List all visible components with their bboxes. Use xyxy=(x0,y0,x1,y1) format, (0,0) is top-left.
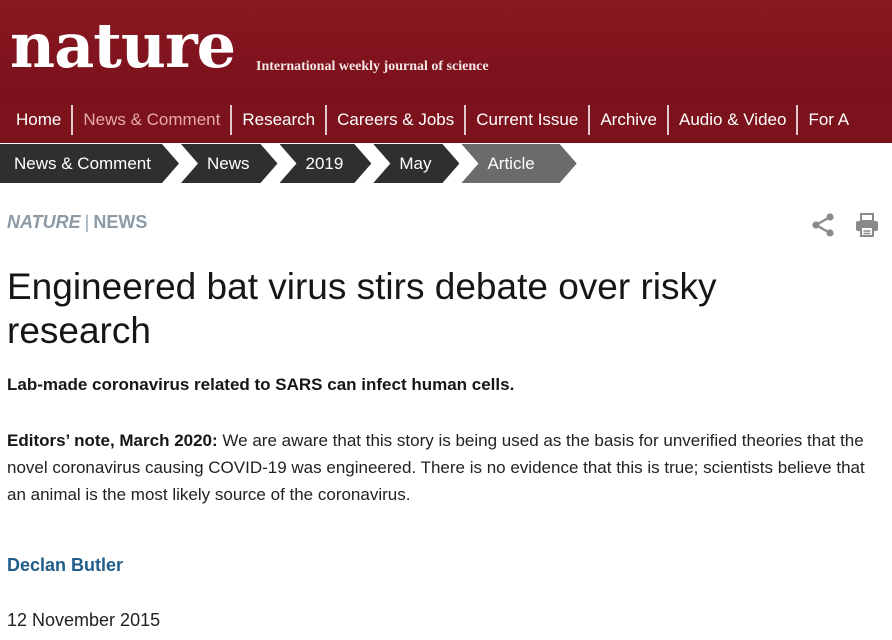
breadcrumb: News & Comment News 2019 May Article xyxy=(0,143,892,184)
editors-note: Editors’ note, March 2020: We are aware … xyxy=(7,427,885,508)
share-icon[interactable] xyxy=(810,212,836,238)
breadcrumb-article: Article xyxy=(461,144,576,183)
editors-note-lead: Editors’ note, March 2020: xyxy=(7,431,218,450)
breadcrumb-label: May xyxy=(399,154,432,173)
nav-item-careers-jobs[interactable]: Careers & Jobs xyxy=(327,105,467,135)
nav-item-archive[interactable]: Archive xyxy=(590,105,670,135)
breadcrumb-news-comment[interactable]: News & Comment xyxy=(0,144,179,183)
tagline: International weekly journal of science xyxy=(256,59,489,74)
breadcrumb-news[interactable]: News xyxy=(181,144,278,183)
nature-logo[interactable]: nature xyxy=(10,6,236,86)
breadcrumb-label: News & Comment xyxy=(14,154,151,173)
breadcrumb-label: Article xyxy=(487,154,535,173)
nav-item-home[interactable]: Home xyxy=(0,105,74,135)
main-nav: Home News & Comment Research Careers & J… xyxy=(0,97,892,143)
nav-item-news-comment[interactable]: News & Comment xyxy=(73,105,233,135)
publish-date: 12 November 2015 xyxy=(7,610,161,630)
nav-item-for-authors[interactable]: For A xyxy=(798,105,859,135)
breadcrumb-may[interactable]: May xyxy=(373,144,459,183)
masthead: nature International weekly journal of s… xyxy=(0,0,892,97)
breadcrumb-2019[interactable]: 2019 xyxy=(280,144,372,183)
article-standfirst: Lab-made coronavirus related to SARS can… xyxy=(7,375,515,394)
breadcrumb-label: 2019 xyxy=(305,154,344,173)
nav-item-current-issue[interactable]: Current Issue xyxy=(466,105,591,135)
print-icon[interactable] xyxy=(854,212,880,238)
section-label[interactable]: NEWS xyxy=(93,212,147,232)
article-kicker: NATURE | NEWS xyxy=(7,212,147,233)
article-title: Engineered bat virus stirs debate over r… xyxy=(7,266,717,351)
journal-label[interactable]: NATURE xyxy=(7,212,81,232)
article-tools xyxy=(810,212,880,238)
kicker-separator: | xyxy=(84,212,90,232)
author-link[interactable]: Declan Butler xyxy=(7,555,123,576)
breadcrumb-label: News xyxy=(206,154,250,173)
nav-item-research[interactable]: Research xyxy=(232,105,328,135)
nav-item-audio-video[interactable]: Audio & Video xyxy=(669,105,799,135)
